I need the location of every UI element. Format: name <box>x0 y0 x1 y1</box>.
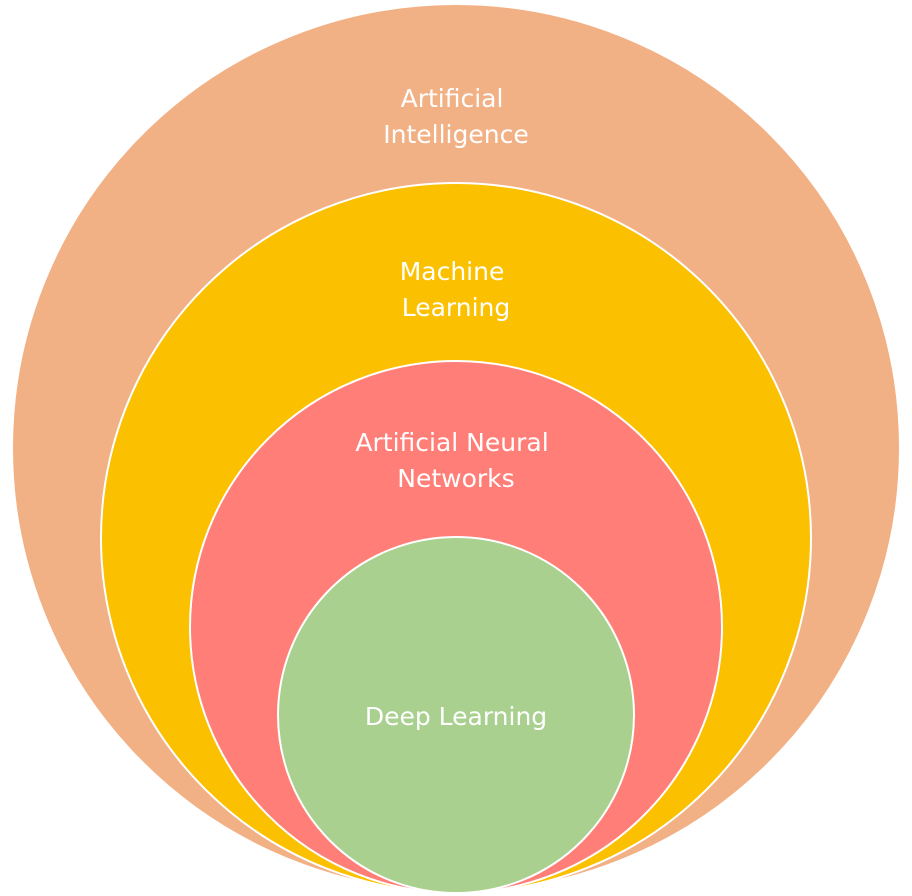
layer-deep-learning: Deep Learning <box>277 536 635 894</box>
nested-circles-diagram: Artificial Intelligence Machine Learning… <box>11 3 901 894</box>
deep-learning-label: Deep Learning <box>365 702 547 731</box>
